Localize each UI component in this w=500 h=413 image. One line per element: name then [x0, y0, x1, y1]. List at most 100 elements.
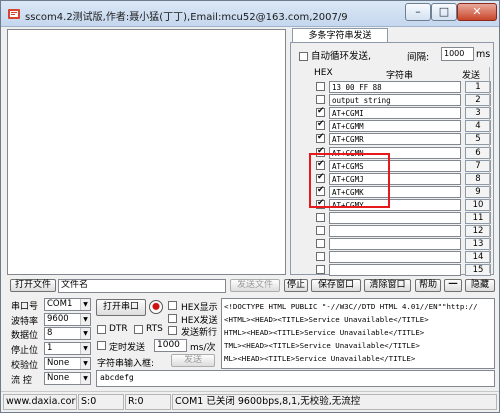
row-string-input[interactable] [329, 238, 461, 251]
row-hex-checkbox[interactable] [316, 82, 325, 91]
row-send-button[interactable]: 10 [465, 198, 491, 211]
data-bits-select[interactable]: 8 ▼ [44, 327, 91, 340]
flow-value: None [47, 373, 70, 383]
row-string-input[interactable]: AT+CGMI [329, 107, 461, 120]
row-hex-checkbox[interactable] [316, 213, 325, 222]
row-hex-checkbox[interactable] [316, 185, 325, 196]
baud-select[interactable]: 9600 ▼ [44, 313, 91, 326]
row-hex-checkbox[interactable] [316, 265, 325, 275]
row-string-input[interactable]: AT+CGMY [329, 198, 461, 211]
row-hex-checkbox[interactable] [316, 106, 325, 118]
row-string-input[interactable]: output string [329, 94, 461, 107]
row-hex-checkbox[interactable] [316, 95, 325, 105]
receive-area[interactable] [7, 29, 286, 275]
app-icon [8, 9, 20, 19]
row-string-input[interactable]: AT+CGMK [329, 185, 461, 198]
row-string-input[interactable]: AT+CGMR [329, 133, 461, 146]
row-hex-checkbox[interactable] [316, 252, 325, 262]
port-label: 串口号 [11, 302, 39, 312]
row-string-input[interactable] [329, 212, 461, 224]
row-send-button[interactable]: 2 [465, 94, 491, 107]
open-file-button[interactable]: 打开文件 [10, 279, 56, 292]
auto-loop-label: 自动循环发送, [311, 51, 372, 62]
row-send-button[interactable]: 14 [465, 251, 491, 264]
close-button[interactable]: ✕ [457, 3, 497, 21]
row-send-button[interactable]: 9 [465, 185, 491, 198]
row-string-input[interactable]: AT+CGMS [329, 159, 461, 172]
multi-send-row: AT+CGMR 5 [314, 132, 492, 146]
status-received-count: R:0 [125, 394, 171, 410]
hide-button[interactable]: 隐藏 [465, 279, 495, 292]
filename-input[interactable]: 文件名 [58, 279, 226, 293]
multi-send-row: AT+CGMI 3 [314, 106, 492, 120]
timed-interval-input[interactable]: 1000 [154, 339, 187, 352]
row-send-button[interactable]: 8 [465, 172, 491, 185]
send-newline-checkbox[interactable] [168, 326, 177, 335]
timed-send-checkbox[interactable] [97, 341, 106, 350]
row-hex-checkbox[interactable] [316, 172, 325, 183]
row-send-button[interactable]: 6 [465, 146, 491, 159]
interval-input[interactable]: 1000 [441, 47, 474, 61]
hex-send-checkbox[interactable] [168, 314, 177, 323]
rts-label: RTS [146, 324, 163, 334]
title-bar[interactable]: sscom4.2测试版,作者:聂小猛(丁丁),Email:mcu52@163.c… [1, 1, 499, 27]
open-port-button[interactable]: 打开串口 [96, 299, 146, 316]
row-hex-checkbox[interactable] [316, 132, 325, 144]
auto-loop-checkbox[interactable] [299, 52, 308, 61]
row-hex-checkbox[interactable] [316, 239, 325, 249]
row-hex-checkbox[interactable] [316, 226, 325, 236]
row-hex-checkbox[interactable] [316, 146, 325, 157]
minimize-button[interactable]: – [405, 3, 431, 21]
chevron-down-icon: ▼ [80, 373, 90, 384]
stop-bits-select[interactable]: 1 ▼ [44, 342, 91, 355]
header-send: 发送 [462, 71, 481, 81]
row-send-button[interactable]: 4 [465, 120, 491, 133]
interval-label: 间隔: [407, 52, 430, 63]
row-string-input[interactable]: AT+CGMM [329, 120, 461, 133]
send-button[interactable]: 发送 [171, 354, 215, 367]
flow-select[interactable]: None ▼ [44, 372, 91, 385]
tab-multi-send[interactable]: 多条字符串发送 [292, 28, 388, 43]
row-string-input[interactable] [329, 225, 461, 238]
hex-display-checkbox[interactable] [168, 301, 177, 310]
row-string-input[interactable]: 13 00 FF 88 [329, 81, 461, 93]
row-send-button[interactable]: 15 [465, 264, 491, 277]
log-panel[interactable]: <!DOCTYPE HTML PUBLIC "-//W3C//DTD HTML … [221, 298, 495, 369]
dtr-checkbox[interactable] [97, 325, 106, 334]
log-line: <!DOCTYPE HTML PUBLIC "-//W3C//DTD HTML … [224, 302, 478, 311]
stop-button[interactable]: 停止 [284, 279, 308, 292]
row-send-button[interactable]: 7 [465, 159, 491, 172]
row-string-input[interactable]: AT+CGMN [329, 146, 461, 159]
help-button[interactable]: 帮助 [415, 279, 441, 292]
save-window-button[interactable]: 保存窗口 [311, 279, 361, 292]
row-send-button[interactable]: 3 [465, 107, 491, 120]
send-file-button[interactable]: 发送文件 [230, 279, 280, 292]
row-hex-checkbox[interactable] [316, 159, 325, 170]
stop-bits-label: 停止位 [11, 346, 39, 356]
log-line: HTML><HEAD><TITLE>Service Unavailable</T… [224, 328, 425, 337]
row-send-button[interactable]: 11 [465, 212, 491, 224]
log-line: <HTML><HEAD><TITLE>Service Unavailable</… [224, 315, 429, 324]
row-send-button[interactable]: 5 [465, 133, 491, 146]
row-send-button[interactable]: 13 [465, 238, 491, 251]
data-bits-label: 数据位 [11, 331, 39, 341]
header-hex: HEX [314, 68, 333, 78]
row-send-button[interactable]: 12 [465, 225, 491, 238]
row-hex-checkbox[interactable] [316, 198, 325, 209]
clear-window-button[interactable]: 清除窗口 [364, 279, 411, 292]
multi-send-row: output string 2 [314, 94, 492, 107]
maximize-button[interactable]: □ [431, 3, 457, 21]
port-select[interactable]: COM1 ▼ [44, 298, 91, 311]
parity-select[interactable]: None ▼ [44, 357, 91, 370]
multi-send-row: AT+CGMS 7 [314, 159, 492, 173]
row-send-button[interactable]: 1 [465, 81, 491, 93]
row-hex-checkbox[interactable] [316, 119, 325, 131]
row-string-input[interactable] [329, 264, 461, 277]
string-input[interactable]: abcdefg [96, 370, 495, 387]
send-newline-label: 发送新行 [181, 328, 218, 338]
rts-checkbox[interactable] [134, 325, 143, 334]
row-string-input[interactable] [329, 251, 461, 264]
multi-send-row: AT+CGMK 9 [314, 185, 492, 199]
collapse-button[interactable]: 一 [444, 279, 462, 292]
row-string-input[interactable]: AT+CGMJ [329, 172, 461, 185]
